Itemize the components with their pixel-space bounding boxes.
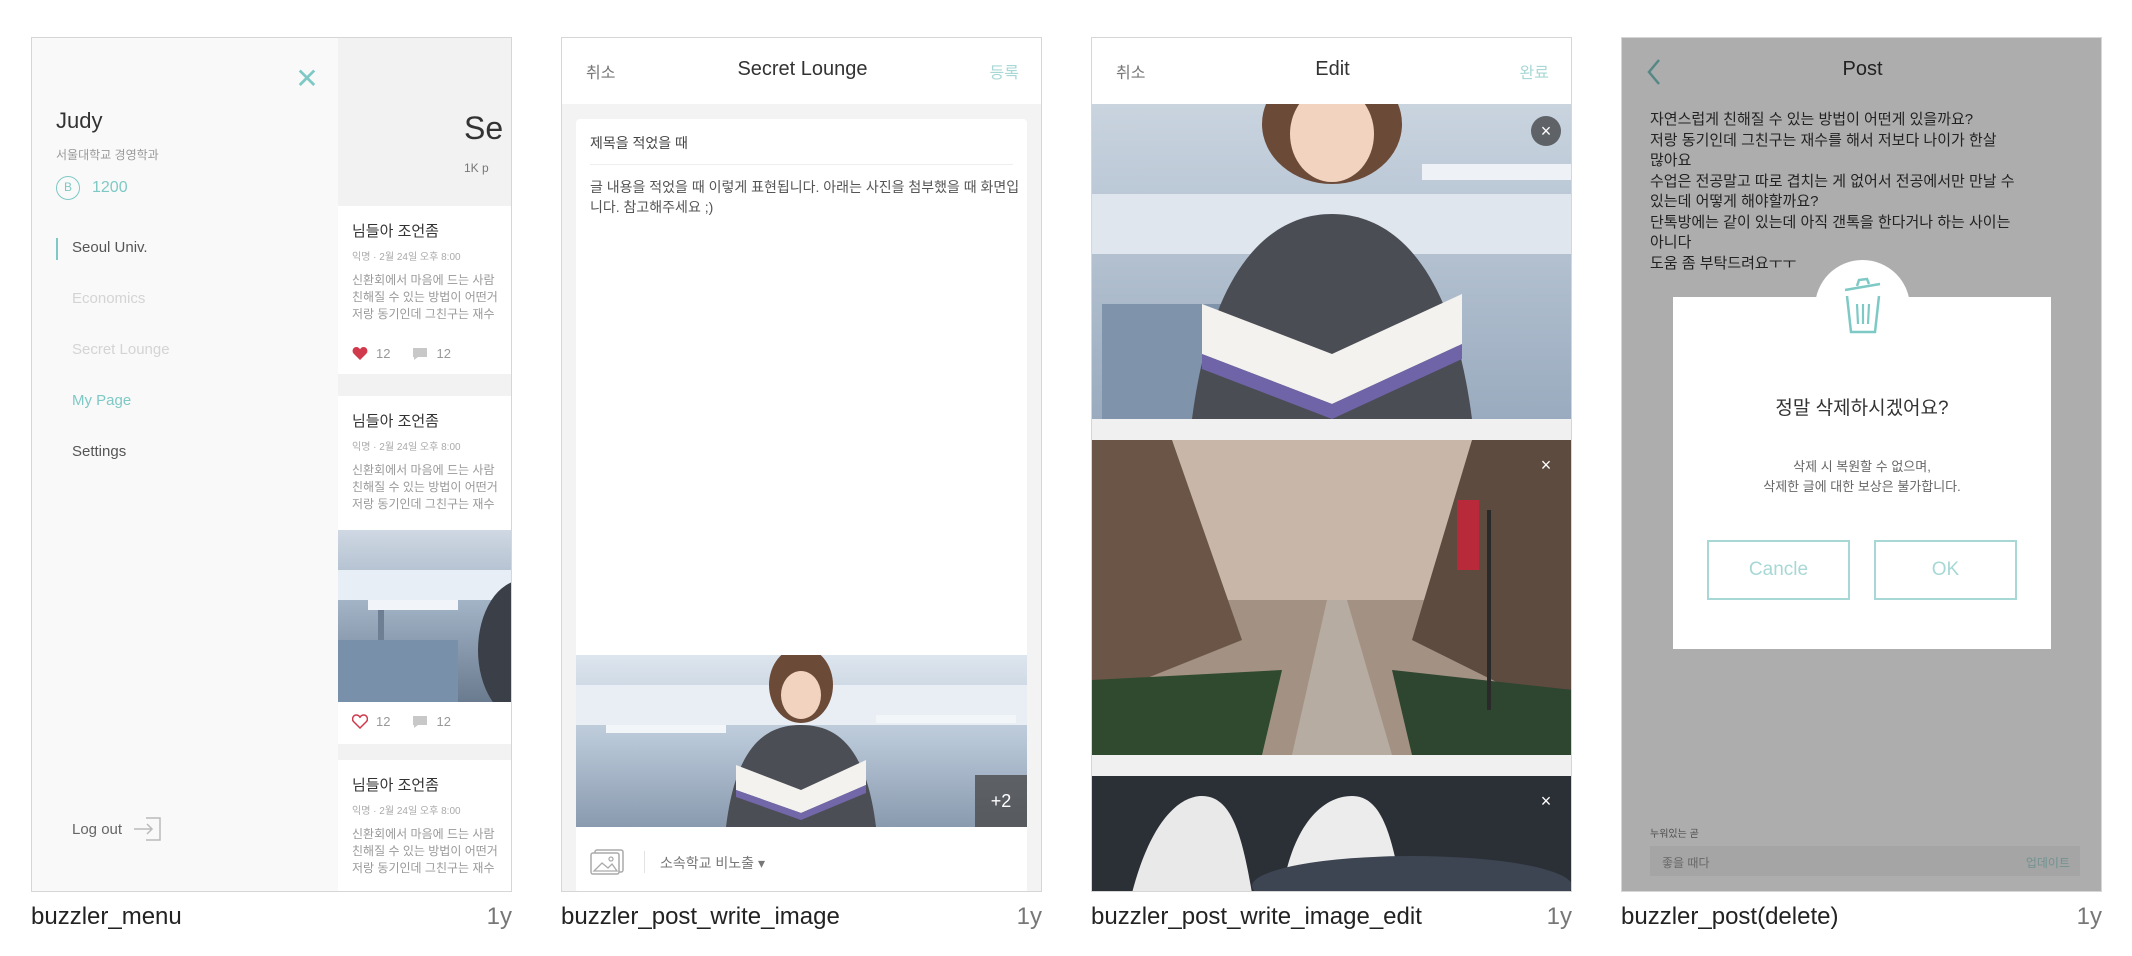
gallery-icon[interactable] [590,849,624,875]
body-textarea[interactable]: 글 내용을 적었을 때 이렇게 표현됩니다. 아래는 사진을 첨부했을 때 화면… [590,177,1020,217]
ok-button[interactable]: OK [1874,540,2017,600]
attached-photo[interactable]: +2 [576,655,1027,827]
edit-photo[interactable]: × [1092,104,1571,419]
edit-topbar: 취소 Edit 완료 [1092,38,1571,104]
post-card[interactable]: 님들아 조언좀 익명 · 2월 24일 오후 8:00 신환회에서 마음에 드는… [338,396,511,744]
cancel-button[interactable]: Cancle [1707,540,1850,600]
like-count: 12 [376,346,391,361]
done-button[interactable]: 완료 [1520,59,1549,83]
card-buzzler-post-write-image[interactable]: 취소 Secret Lounge 등록 제목을 적었을 때 글 내용을 적었을 … [561,37,1042,942]
card-buzzler-menu[interactable]: Se 1K p 님들아 조언좀 익명 · 2월 24일 오후 8:00 신환회에… [31,37,512,942]
card-label[interactable]: buzzler_post_write_image [561,903,840,931]
card-footer: buzzler_post_write_image 1y [561,892,1042,942]
menu-screen: Se 1K p 님들아 조언좀 익명 · 2월 24일 오후 8:00 신환회에… [31,37,512,892]
logout-button[interactable]: Log out [72,816,164,842]
reading-girl-image [1092,104,1571,419]
post-excerpt: 신환회에서 마음에 드는 사람 친해질 수 있는 방법이 어떤거 저랑 동기인데… [352,273,498,321]
post-excerpt: 신환회에서 마음에 드는 사람 친해질 수 있는 방법이 어떤거 저랑 동기인데… [352,827,498,875]
edit-screen: 취소 Edit 완료 × × × [1091,37,1572,892]
post-meta: 익명 · 2월 24일 오후 8:00 [352,806,461,817]
write-screen: 취소 Secret Lounge 등록 제목을 적었을 때 글 내용을 적었을 … [561,37,1042,892]
card-footer: buzzler_post_write_image_edit 1y [1091,892,1572,942]
compose-toolbar: 소속학교 비노출 ▾ [576,827,1027,891]
desk-scene-image [338,570,511,718]
card-age: 1y [486,903,512,930]
card-label[interactable]: buzzler_post_write_image_edit [1091,903,1422,931]
card-buzzler-post-write-image-edit[interactable]: 취소 Edit 완료 × × × buzzler_post_write_imag… [1091,37,1572,942]
badge-icon: B [56,176,80,200]
heart-outline-icon[interactable] [352,714,368,729]
post-screen: Post 자연스럽게 친해질 수 있는 방법이 어떤게 있을까요? 저랑 동기인… [1621,37,2102,892]
logout-icon [134,817,161,841]
dialog-title: 정말 삭제하시겠어요? [1775,398,1949,419]
logout-label: Log out [72,820,123,838]
subject-input[interactable]: 제목을 적었을 때 [590,133,688,153]
more-photos-badge[interactable]: +2 [975,775,1027,827]
post-title: 님들아 조언좀 [352,413,439,430]
feed-title: Se [464,110,504,146]
user-school: 서울대학교 경영학과 [56,148,159,162]
post-card[interactable]: 님들아 조언좀 익명 · 2월 24일 오후 8:00 신환회에서 마음에 드는… [338,206,511,374]
comment-count: 12 [436,714,451,729]
post-card[interactable]: 님들아 조언좀 익명 · 2월 24일 오후 8:00 신환회에서 마음에 드는… [338,760,511,891]
card-age: 1y [2076,903,2102,930]
user-name: Judy [56,108,103,133]
reading-girl-image [576,655,1027,827]
edit-photo[interactable]: × [1092,440,1571,755]
divider [590,164,1013,165]
remove-photo-icon[interactable]: × [1531,116,1561,146]
comment-icon[interactable] [412,715,428,729]
card-buzzler-post-delete[interactable]: Post 자연스럽게 친해질 수 있는 방법이 어떤게 있을까요? 저랑 동기인… [1621,37,2102,942]
remove-photo-icon[interactable]: × [1531,450,1561,480]
submit-button[interactable]: 등록 [990,59,1019,83]
screen-title: Edit [1315,58,1350,80]
post-stats: 12 12 [352,346,451,361]
close-icon[interactable]: ✕ [290,62,324,96]
card-footer: buzzler_post(delete) 1y [1621,892,2102,942]
compose-sheet: 제목을 적었을 때 글 내용을 적었을 때 이렇게 표현됩니다. 아래는 사진을… [576,119,1027,891]
tree-path-image [1092,440,1571,755]
feed-panel: Se 1K p 님들아 조언좀 익명 · 2월 24일 오후 8:00 신환회에… [338,38,511,891]
post-meta: 익명 · 2월 24일 오후 8:00 [352,442,461,453]
post-meta: 익명 · 2월 24일 오후 8:00 [352,252,461,263]
edit-photo[interactable]: × [1092,776,1571,891]
nav-item-my-page[interactable]: My Page [56,391,170,442]
post-excerpt: 신환회에서 마음에 드는 사람 친해질 수 있는 방법이 어떤거 저랑 동기인데… [352,463,498,511]
card-age: 1y [1546,903,1572,930]
nav-item-secret-lounge[interactable]: Secret Lounge [56,340,170,391]
feed-subtitle: 1K p [464,161,489,175]
nav-item-settings[interactable]: Settings [56,442,170,493]
card-age: 1y [1016,903,1042,930]
post-title: 님들아 조언좀 [352,223,439,240]
nav-item-economics[interactable]: Economics [56,289,170,340]
like-count: 12 [376,714,391,729]
points-value: 1200 [92,179,128,196]
visibility-dropdown[interactable]: 소속학교 비노출 ▾ [660,853,765,873]
card-label[interactable]: buzzler_post(delete) [1621,903,1838,931]
post-stats: 12 12 [352,714,451,729]
comment-count: 12 [436,346,451,361]
trash-badge [1815,260,1910,355]
dialog-message: 삭제 시 복원할 수 없으며, 삭제한 글에 대한 보상은 불가합니다. [1763,459,1961,494]
students-image [1092,776,1571,891]
heart-filled-icon[interactable] [352,346,368,361]
remove-photo-icon[interactable]: × [1531,786,1561,816]
trash-icon [1844,277,1881,334]
post-title: 님들아 조언좀 [352,777,439,794]
toolbar-separator [644,851,645,873]
post-photo [338,530,511,718]
menu-nav: Seoul Univ. Economics Secret Lounge My P… [56,238,170,493]
card-label[interactable]: buzzler_menu [31,903,182,931]
screen-title: Secret Lounge [737,58,868,80]
write-topbar: 취소 Secret Lounge 등록 [562,38,1041,104]
card-footer: buzzler_menu 1y [31,892,512,942]
comment-icon[interactable] [412,347,428,361]
nav-item-seoul-univ[interactable]: Seoul Univ. [56,238,170,289]
